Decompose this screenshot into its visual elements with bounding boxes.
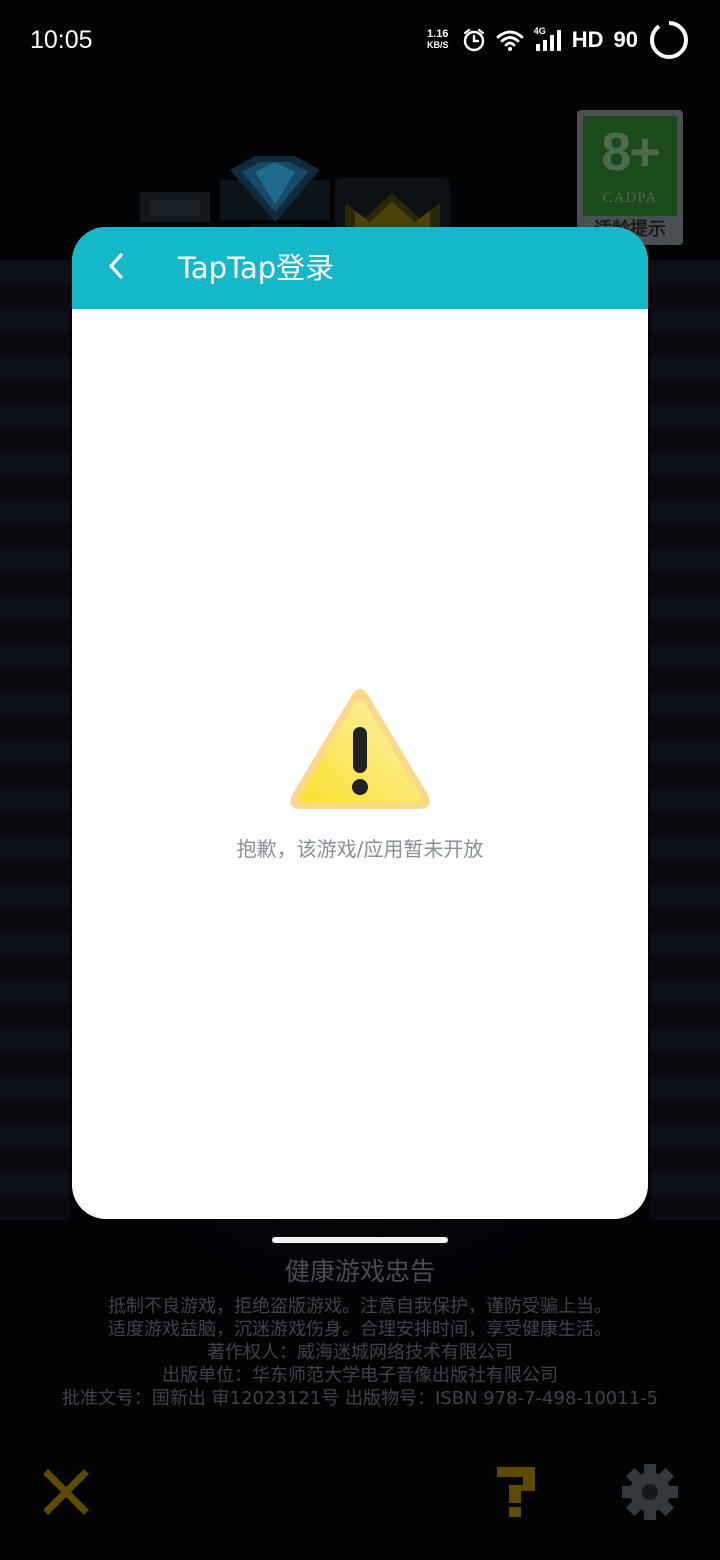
- settings-button[interactable]: [618, 1462, 682, 1526]
- help-button[interactable]: [484, 1462, 548, 1526]
- login-modal: TapTap登录 抱歉，该游戏/应用暂未开放: [72, 227, 648, 1219]
- screen: 8+ CADPA 适龄提示 10:05 1.16 KB/S: [0, 0, 720, 1560]
- hd-label: HD: [571, 27, 604, 52]
- signal-icon: 4G: [533, 26, 562, 52]
- chevron-left-icon: [106, 251, 126, 285]
- advisory-line: 抵制不良游戏，拒绝盗版游戏。注意自我保护，谨防受骗上当。: [108, 1296, 612, 1317]
- pixel-art-decoration: [140, 192, 210, 222]
- network-speed: 1.16 KB/S: [424, 29, 452, 51]
- battery-ring-icon: [648, 19, 690, 61]
- modal-body: 抱歉，该游戏/应用暂未开放: [72, 309, 648, 1219]
- modal-title: TapTap登录: [178, 251, 335, 285]
- network-speed-unit: KB/S: [426, 40, 449, 50]
- advisory-text: 抵制不良游戏，拒绝盗版游戏。注意自我保护，谨防受骗上当。 适度游戏益脑，沉迷游戏…: [0, 1295, 720, 1410]
- battery-level: 90: [613, 27, 638, 52]
- network-speed-value: 1.16: [427, 28, 449, 40]
- age-rating-org: CADPA: [602, 190, 658, 206]
- home-indicator[interactable]: [272, 1237, 448, 1243]
- diamond-art: [220, 156, 330, 232]
- close-button[interactable]: [34, 1462, 98, 1526]
- approval-number: 批准文号：国新出 审12023121号 出版物号：ISBN 978-7-498-…: [61, 1388, 659, 1409]
- pixel-border-right: [650, 260, 720, 1220]
- copyright-holder: 著作权人：威海迷城网络技术有限公司: [207, 1342, 513, 1363]
- wifi-icon: [496, 28, 524, 52]
- age-rating-badge: 8+ CADPA 适龄提示: [577, 110, 683, 245]
- error-message: 抱歉，该游戏/应用暂未开放: [236, 837, 484, 861]
- gear-icon: [620, 1462, 680, 1526]
- status-icons: 1.16 KB/S 4G HD 90: [424, 19, 690, 61]
- modal-header: TapTap登录: [72, 227, 648, 309]
- alarm-icon: [462, 28, 486, 52]
- back-button[interactable]: [96, 247, 136, 289]
- age-rating-value: 8+: [601, 122, 661, 182]
- status-bar: 10:05 1.16 KB/S 4G HD 90: [0, 0, 720, 80]
- status-time: 10:05: [30, 25, 93, 54]
- advisory-title: 健康游戏忠告: [284, 1257, 435, 1286]
- pixel-border-left: [0, 260, 70, 1220]
- network-type: 4G: [533, 26, 546, 36]
- question-icon: [491, 1463, 541, 1525]
- publisher: 出版单位：华东师范大学电子音像出版社有限公司: [162, 1365, 558, 1386]
- warning-triangle-icon: [290, 689, 430, 809]
- close-icon: [42, 1468, 90, 1520]
- advisory-line: 适度游戏益脑，沉迷游戏伤身。合理安排时间，享受健康生活。: [108, 1319, 612, 1340]
